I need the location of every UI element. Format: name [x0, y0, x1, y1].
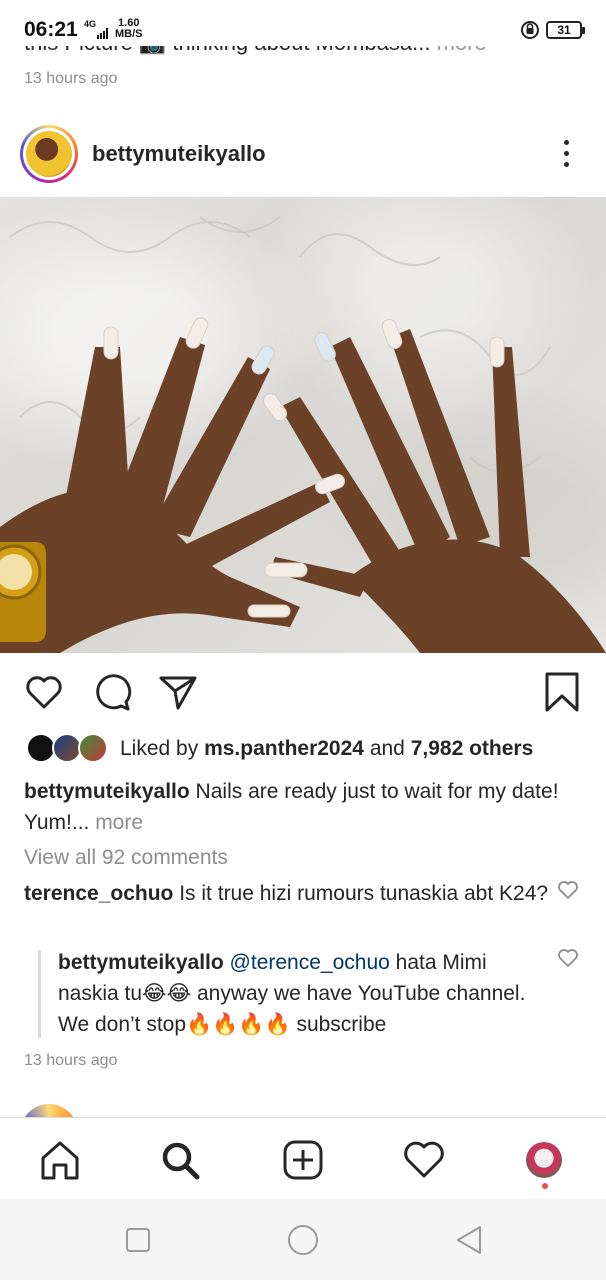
reply-item: bettymuteikyallo @terence_ochuo hata Mim… — [58, 947, 538, 1040]
photo-hands-illustration — [0, 216, 606, 653]
search-icon[interactable] — [158, 1138, 202, 1182]
like-heart-icon[interactable] — [24, 672, 64, 712]
reply-thread-line — [38, 950, 41, 1038]
alarm-icon — [521, 21, 539, 39]
likes-user[interactable]: ms.panther2024 — [204, 737, 364, 760]
comment-username[interactable]: terence_ochuo — [24, 882, 173, 905]
comment-item: terence_ochuo Is it true hizi rumours tu… — [24, 878, 554, 909]
post-options-button[interactable] — [556, 138, 576, 170]
battery-indicator: 31 — [546, 21, 585, 39]
network-type: 4G — [84, 19, 97, 29]
dot-icon — [563, 162, 569, 167]
system-navigation-bar — [0, 1199, 606, 1280]
wristwatch — [0, 542, 46, 642]
liker-avatar — [78, 733, 108, 763]
reply-like-heart-icon[interactable] — [557, 947, 579, 969]
caption-more-link[interactable]: more — [89, 811, 143, 834]
avatar-inner — [23, 128, 75, 180]
dot-icon — [563, 140, 569, 145]
view-all-comments-link[interactable]: View all 92 comments — [24, 846, 228, 870]
home-icon[interactable] — [38, 1138, 82, 1182]
reply-mention[interactable]: @terence_ochuo — [224, 951, 390, 974]
notification-dot — [542, 1183, 548, 1189]
liked-by-avatars[interactable] — [26, 733, 110, 765]
status-bar: 06:21 4G 1.60 MB/S 31 — [0, 0, 606, 46]
post-caption: bettymuteikyallo Nails are ready just to… — [24, 776, 584, 838]
likes-others-count[interactable]: 7,982 others — [411, 737, 534, 760]
speed-unit: MB/S — [115, 28, 143, 40]
activity-heart-icon[interactable] — [402, 1138, 446, 1182]
signal-icon — [97, 28, 108, 39]
likes-summary[interactable]: Liked by ms.panther2024 and 7,982 others — [120, 737, 533, 761]
post-author-username[interactable]: bettymuteikyallo — [92, 141, 266, 167]
likes-middle: and — [363, 737, 411, 760]
home-circle-icon[interactable] — [286, 1223, 320, 1257]
network-speed: 1.60 MB/S — [115, 18, 143, 40]
previous-post-timestamp: 13 hours ago — [24, 70, 118, 87]
dot-icon — [563, 151, 569, 156]
comment-like-heart-icon[interactable] — [557, 879, 579, 901]
add-post-icon[interactable] — [281, 1138, 325, 1182]
bottom-navigation — [0, 1117, 606, 1199]
avatar-image — [26, 131, 72, 177]
comment-text: Is it true hizi rumours tunaskia abt K24… — [173, 882, 549, 905]
post-author-avatar[interactable] — [20, 125, 78, 183]
post-photo[interactable] — [0, 197, 606, 653]
reply-username[interactable]: bettymuteikyallo — [58, 951, 224, 974]
share-icon[interactable] — [158, 672, 198, 712]
caption-username[interactable]: bettymuteikyallo — [24, 780, 190, 803]
bookmark-icon[interactable] — [542, 672, 582, 712]
status-time: 06:21 — [24, 18, 78, 41]
back-triangle-icon[interactable] — [452, 1223, 486, 1257]
likes-prefix: Liked by — [120, 737, 205, 760]
comment-icon[interactable] — [92, 672, 132, 712]
profile-avatar[interactable] — [526, 1142, 562, 1178]
recents-square-icon[interactable] — [121, 1223, 155, 1257]
post-timestamp: 13 hours ago — [24, 1052, 118, 1069]
